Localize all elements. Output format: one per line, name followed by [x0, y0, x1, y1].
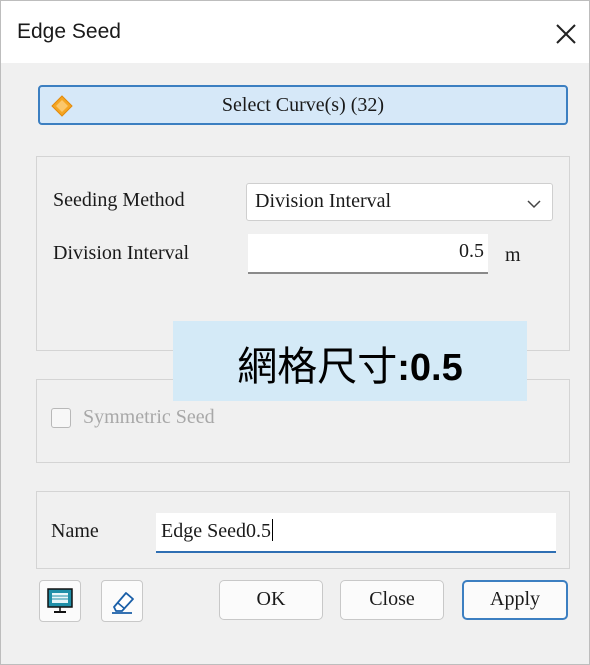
clear-button[interactable] [101, 580, 143, 622]
name-value: Edge Seed0.5 [161, 520, 271, 542]
close-icon[interactable] [549, 17, 583, 51]
ok-button[interactable]: OK [219, 580, 323, 620]
name-label: Name [51, 520, 99, 542]
symmetric-seed-checkbox[interactable] [51, 408, 71, 428]
eraser-icon [112, 592, 134, 614]
mesh-size-annotation: 網格尺寸:0.5 [173, 321, 527, 401]
division-interval-input[interactable]: 0.5 [248, 234, 488, 274]
preview-icon [47, 588, 73, 613]
seeding-method-dropdown[interactable]: Division Interval [246, 183, 553, 221]
window-title: Edge Seed [17, 20, 121, 43]
title-bar: Edge Seed [1, 1, 589, 63]
division-interval-label: Division Interval [53, 242, 190, 264]
name-input[interactable]: Edge Seed0.5 [156, 513, 556, 553]
division-interval-value: 0.5 [459, 240, 484, 262]
seeding-method-label: Seeding Method [53, 189, 185, 211]
close-button[interactable]: Close [340, 580, 444, 620]
select-curves-button[interactable]: Select Curve(s) (32) [38, 85, 568, 125]
select-curves-label: Select Curve(s) (32) [221, 94, 385, 116]
apply-button[interactable]: Apply [462, 580, 568, 620]
mesh-size-cjk: 網格尺寸 [237, 344, 398, 390]
seeding-method-value: Division Interval [255, 190, 392, 212]
unit-label: m [505, 244, 521, 266]
edge-seed-dialog: Edge Seed Select Curve(s) (32) Seeding M… [0, 0, 590, 665]
mesh-size-annotation-text: 網格尺寸:0.5 [173, 334, 527, 392]
text-caret [271, 519, 273, 541]
symmetric-seed-label: Symmetric Seed [83, 406, 215, 428]
preview-button[interactable] [39, 580, 81, 622]
mesh-size-value: :0.5 [397, 347, 463, 389]
chevron-down-icon [526, 197, 542, 209]
